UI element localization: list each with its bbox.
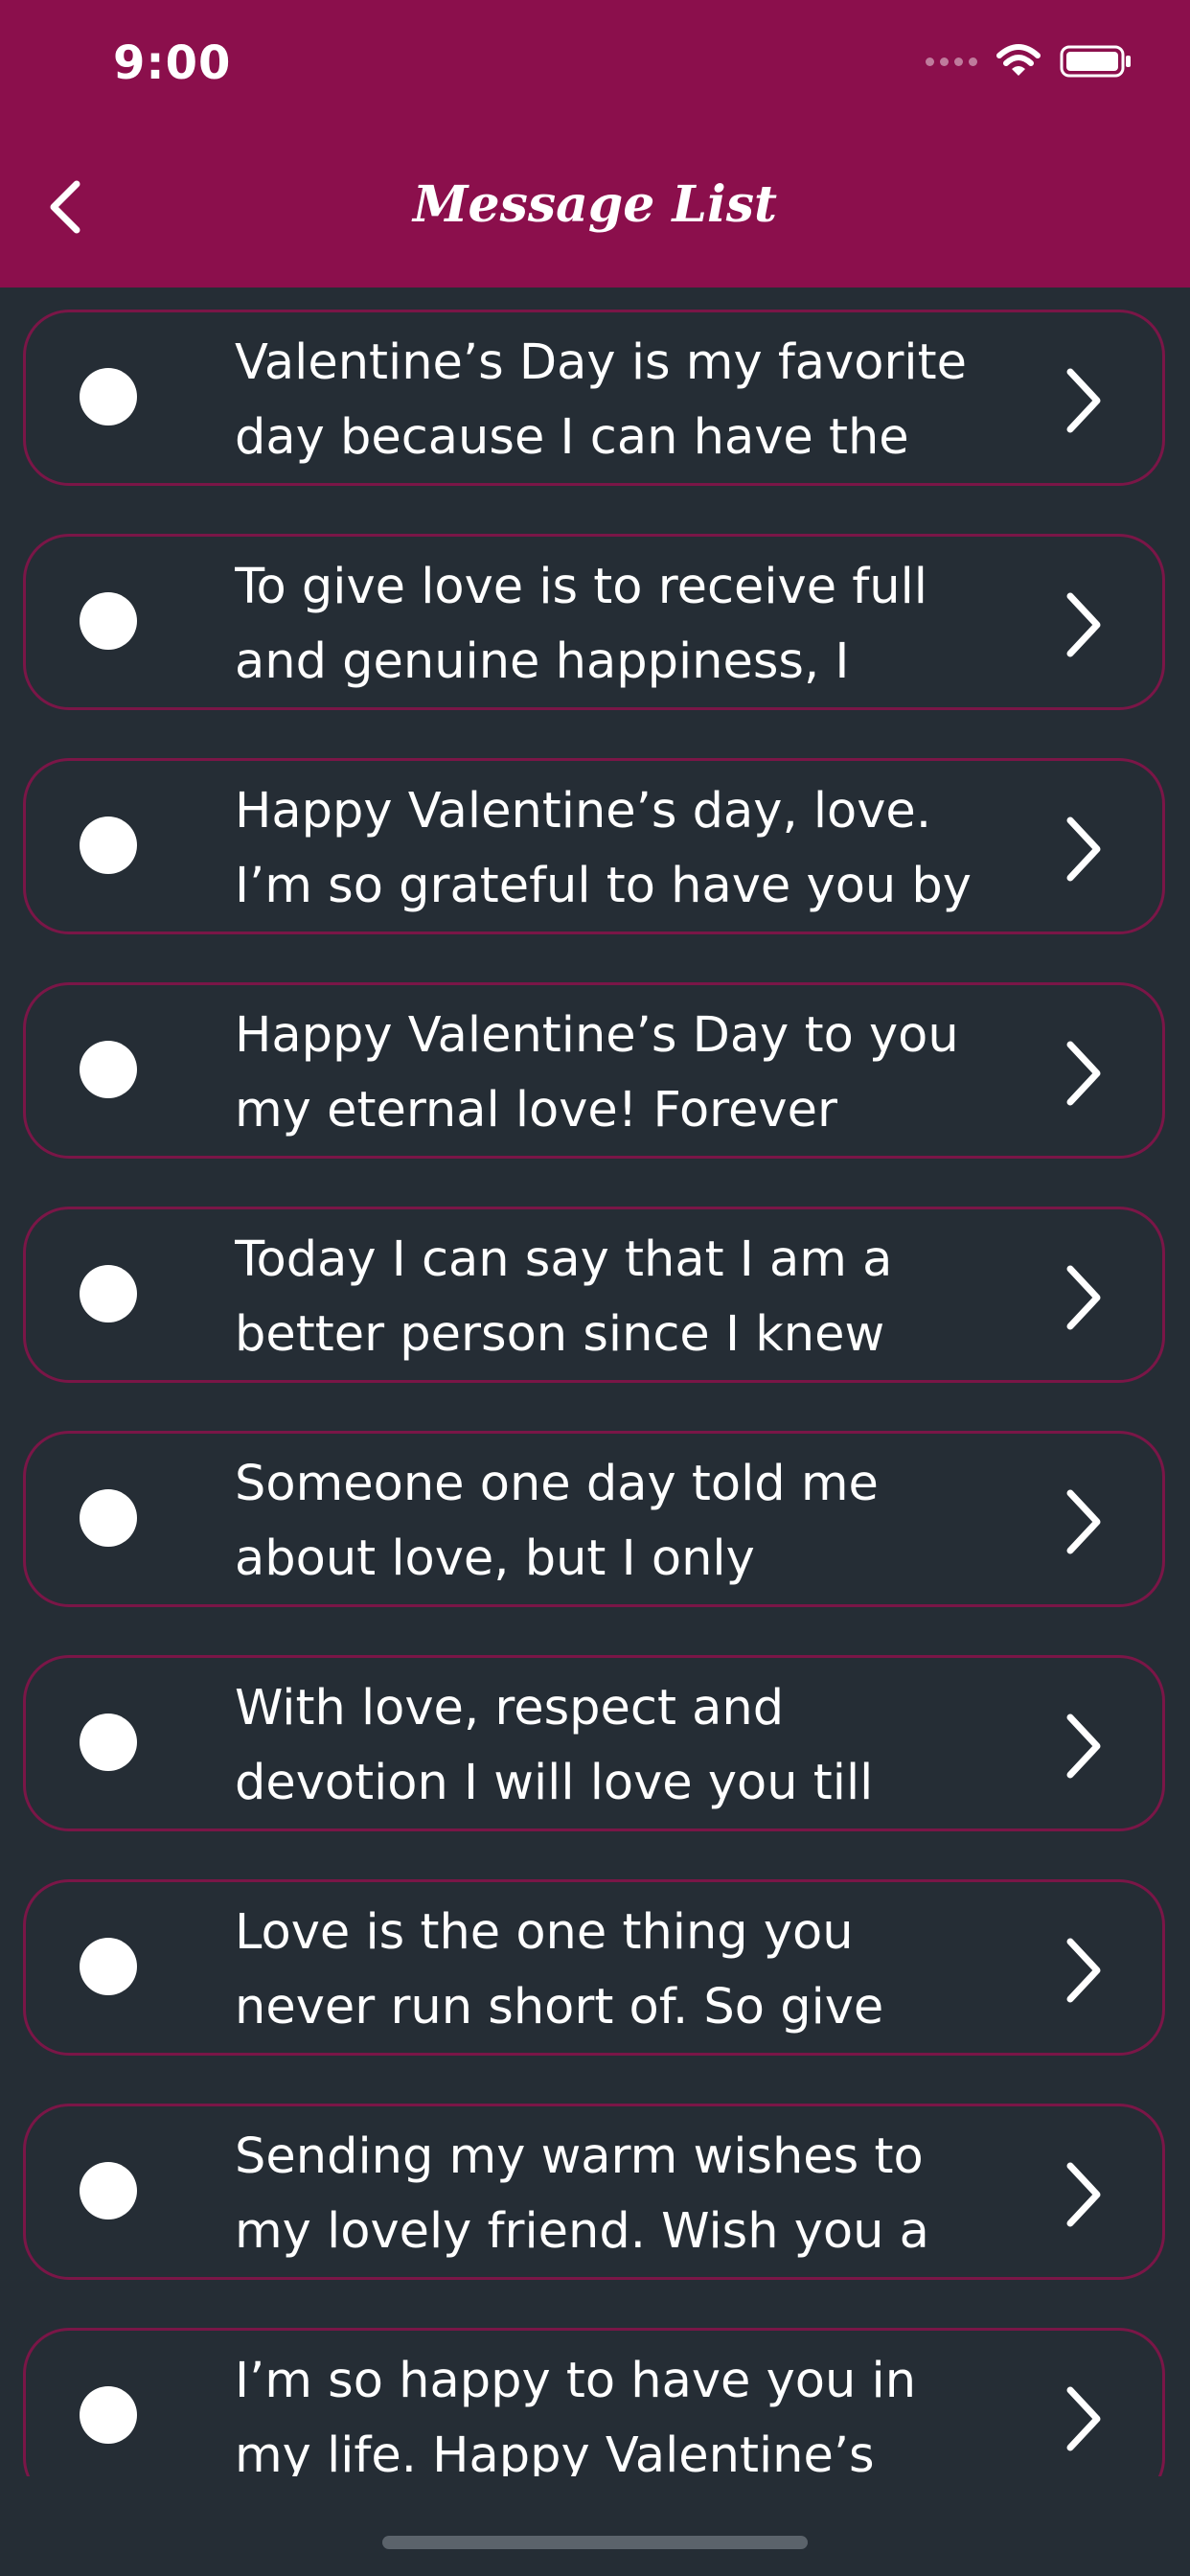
battery-icon (1060, 45, 1131, 78)
message-line-2: I’m so grateful to have you by (235, 858, 972, 914)
page-title: Message List (412, 175, 778, 234)
message-line-2: devotion I will love you till (235, 1755, 874, 1811)
message-preview: Sending my warm wishes to my lovely frie… (235, 2120, 1040, 2269)
message-item[interactable]: To give love is to receive full and genu… (23, 534, 1165, 710)
bullet-dot-icon (80, 1041, 137, 1098)
bullet-dot-icon (80, 2162, 137, 2220)
app-header: 9:00 Message List (0, 0, 1190, 288)
message-item[interactable]: Happy Valentine’s Day to you my eternal … (23, 982, 1165, 1159)
message-line-1: With love, respect and (235, 1680, 785, 1736)
message-item[interactable]: I’m so happy to have you in my life. Hap… (23, 2328, 1165, 2476)
cellular-signal-icon (926, 57, 977, 66)
chevron-right-icon (1066, 1714, 1101, 1779)
chevron-right-icon (1066, 1938, 1101, 2003)
message-item[interactable]: Sending my warm wishes to my lovely frie… (23, 2104, 1165, 2280)
message-item[interactable]: Love is the one thing you never run shor… (23, 1879, 1165, 2056)
message-line-2: better person since I knew (235, 1306, 885, 1363)
message-preview: I’m so happy to have you in my life. Hap… (235, 2344, 1040, 2476)
message-line-2: about love, but I only (235, 1530, 755, 1587)
message-line-1: To give love is to receive full (235, 559, 927, 615)
bullet-dot-icon (80, 1489, 137, 1547)
wifi-icon (996, 44, 1041, 76)
message-preview: Today I can say that I am a better perso… (235, 1223, 1040, 1372)
chevron-right-icon (1066, 816, 1101, 882)
message-preview: With love, respect and devotion I will l… (235, 1671, 1040, 1821)
message-preview: Happy Valentine’s day, love. I’m so grat… (235, 774, 1040, 924)
message-line-1: Happy Valentine’s Day to you (235, 1007, 959, 1064)
message-line-1: Happy Valentine’s day, love. (235, 783, 932, 840)
bullet-dot-icon (80, 1714, 137, 1771)
message-line-1: Sending my warm wishes to (235, 2128, 924, 2185)
message-line-2: day because I can have the (235, 409, 909, 466)
bullet-dot-icon (80, 1938, 137, 1995)
message-item[interactable]: Happy Valentine’s day, love. I’m so grat… (23, 758, 1165, 934)
bullet-dot-icon (80, 1265, 137, 1322)
message-preview: Someone one day told me about love, but … (235, 1447, 1040, 1597)
chevron-right-icon (1066, 2386, 1101, 2451)
message-line-2: my life. Happy Valentine’s (235, 2427, 875, 2476)
message-line-2: my lovely friend. Wish you a (235, 2203, 929, 2260)
chevron-right-icon (1066, 368, 1101, 433)
message-line-1: Valentine’s Day is my favorite (235, 334, 967, 391)
message-line-2: never run short of. So give (235, 1979, 884, 2036)
chevron-right-icon (1066, 1265, 1101, 1330)
message-item[interactable]: Today I can say that I am a better perso… (23, 1207, 1165, 1383)
message-line-1: Love is the one thing you (235, 1904, 854, 1961)
message-item[interactable]: With love, respect and devotion I will l… (23, 1655, 1165, 1831)
bullet-dot-icon (80, 816, 137, 874)
status-time: 9:00 (113, 36, 232, 90)
message-preview: To give love is to receive full and genu… (235, 550, 1040, 700)
message-preview: Happy Valentine’s Day to you my eternal … (235, 999, 1040, 1148)
status-icons (926, 42, 1133, 80)
message-line-1: Today I can say that I am a (235, 1231, 893, 1288)
message-preview: Valentine’s Day is my favorite day becau… (235, 326, 1040, 475)
home-indicator[interactable] (382, 2536, 808, 2549)
chevron-right-icon (1066, 592, 1101, 657)
message-line-2: my eternal love! Forever (235, 1082, 837, 1138)
bullet-dot-icon (80, 2386, 137, 2444)
message-item[interactable]: Someone one day told me about love, but … (23, 1431, 1165, 1607)
bullet-dot-icon (80, 592, 137, 650)
message-list[interactable]: Valentine’s Day is my favorite day becau… (0, 288, 1190, 2476)
message-line-1: Someone one day told me (235, 1456, 879, 1512)
chevron-right-icon (1066, 1489, 1101, 1554)
message-item[interactable]: Valentine’s Day is my favorite day becau… (23, 310, 1165, 486)
chevron-right-icon (1066, 1041, 1101, 1106)
message-preview: Love is the one thing you never run shor… (235, 1896, 1040, 2045)
message-line-1: I’m so happy to have you in (235, 2353, 917, 2409)
message-line-2: and genuine happiness, I (235, 633, 850, 690)
bullet-dot-icon (80, 368, 137, 426)
chevron-right-icon (1066, 2162, 1101, 2227)
